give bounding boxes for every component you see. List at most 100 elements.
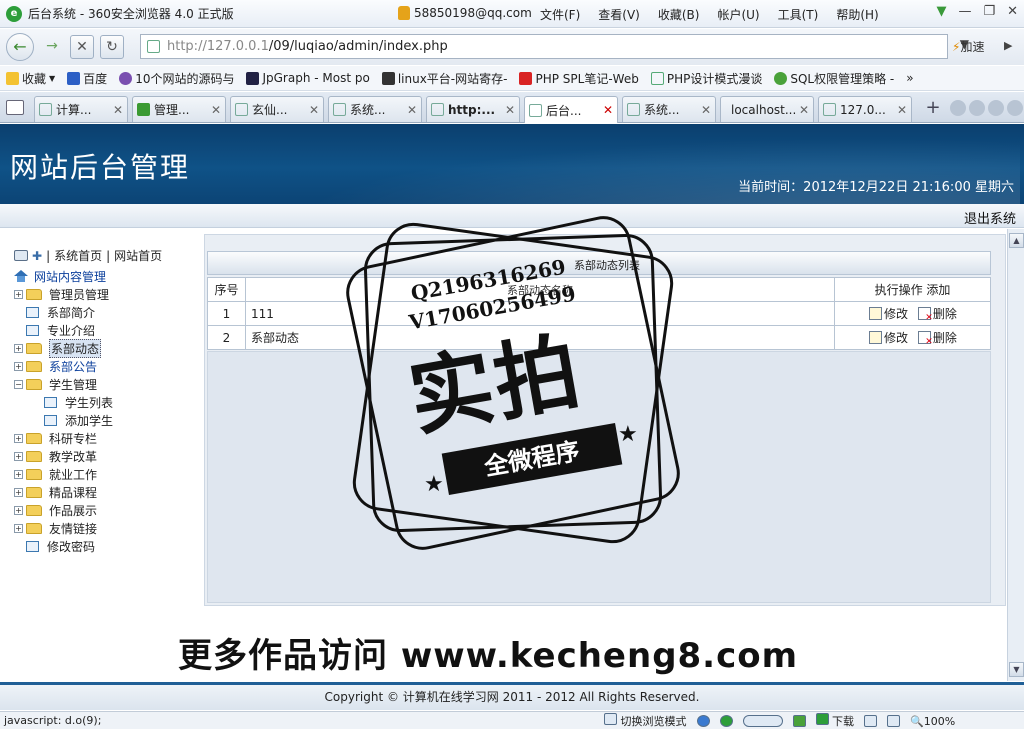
favorites-menu[interactable]: 收藏 ▼ — [6, 70, 55, 87]
restore-icon[interactable]: ❐ — [983, 4, 995, 19]
new-tab-button[interactable]: + — [920, 97, 946, 121]
expand-icon[interactable]: + — [14, 505, 23, 515]
fav-label: PHP设计模式漫谈 — [666, 71, 763, 86]
zoom-button[interactable]: 🔍100% — [910, 715, 955, 728]
tab-close-all-icon[interactable] — [1007, 100, 1023, 116]
tab-close-icon[interactable]: ✕ — [505, 103, 519, 117]
expand-icon[interactable]: + — [14, 451, 23, 461]
tree-item-notice[interactable]: + 系部公告 — [14, 357, 113, 375]
tab-close-icon[interactable]: ✕ — [113, 103, 127, 117]
go-icon[interactable]: ▶ — [1004, 39, 1012, 52]
browser-tab[interactable]: 127.0... ✕ — [818, 96, 912, 122]
refresh-button[interactable]: ↻ — [100, 35, 124, 59]
vertical-scrollbar[interactable]: ▲ ▼ — [1007, 229, 1024, 681]
tree-item-major[interactable]: 专业介绍 — [14, 321, 113, 339]
menu-view[interactable]: 查看(V) — [598, 6, 640, 23]
toggle-icon[interactable] — [742, 715, 783, 727]
tree-item-intro[interactable]: 系部简介 — [14, 303, 113, 321]
tree-item-works[interactable]: + 作品展示 — [14, 501, 113, 519]
table-row: 2 系部动态 修改 删除 — [207, 325, 991, 350]
back-button[interactable]: ← — [6, 33, 34, 61]
shield-icon[interactable] — [719, 715, 733, 727]
menu-account[interactable]: 帐户(U) — [717, 6, 759, 23]
expand-icon[interactable]: + — [14, 361, 23, 371]
menu-help[interactable]: 帮助(H) — [836, 6, 878, 23]
tree-root[interactable]: 网站内容管理 — [14, 267, 113, 285]
fav-link[interactable]: JpGraph - Most po — [246, 71, 370, 85]
tree-item-news[interactable]: + 系部动态 — [14, 338, 113, 358]
delete-button[interactable]: 删除 — [917, 329, 957, 347]
fav-link[interactable]: SQL权限管理策略 - — [774, 70, 894, 87]
tab-close-icon[interactable]: ✕ — [309, 103, 323, 117]
menu-file[interactable]: 文件(F) — [540, 6, 580, 23]
tree-item-links[interactable]: + 友情链接 — [14, 519, 113, 537]
tree-item-password[interactable]: 修改密码 — [14, 537, 113, 555]
tree-item-student-list[interactable]: 学生列表 — [14, 393, 113, 411]
tree-item-add-student[interactable]: 添加学生 — [14, 411, 113, 429]
browser-tab[interactable]: 系统... ✕ — [328, 96, 422, 122]
volume-icon[interactable] — [887, 715, 900, 727]
fav-baidu[interactable]: 百度 — [67, 70, 107, 87]
browser-tab[interactable]: 计算... ✕ — [34, 96, 128, 122]
close-icon[interactable]: ✕ — [1007, 4, 1018, 19]
tab-list-icon[interactable] — [6, 100, 24, 115]
tab-close-icon[interactable]: ✕ — [407, 103, 421, 117]
site-home-link[interactable]: 网站首页 — [114, 247, 162, 264]
tab-scroll-left-icon[interactable] — [950, 100, 966, 116]
fav-link[interactable]: PHP设计模式漫谈 — [650, 70, 763, 87]
fav-link[interactable]: PHP SPL笔记-Web — [519, 70, 639, 87]
browser-tab[interactable]: 管理... ✕ — [132, 96, 226, 122]
tab-scroll-right-icon[interactable] — [969, 100, 985, 116]
add-link[interactable]: 添加 — [926, 283, 950, 297]
scroll-up-icon[interactable]: ▲ — [1009, 233, 1024, 248]
expand-icon[interactable]: + — [14, 487, 23, 497]
expand-icon[interactable]: + — [14, 289, 23, 299]
tree-item-admin[interactable]: + 管理员管理 — [14, 285, 113, 303]
menu-tools[interactable]: 工具(T) — [778, 6, 819, 23]
download-button[interactable]: 下载 — [815, 713, 854, 729]
edit-button[interactable]: 修改 — [869, 329, 908, 346]
transfer-icon[interactable] — [792, 715, 806, 727]
skin-icon[interactable]: ▼ — [936, 4, 946, 19]
ie-icon[interactable] — [696, 715, 710, 727]
expand-icon[interactable]: + — [14, 433, 23, 443]
row-name: 系部动态 — [245, 325, 835, 350]
tree-item-employment[interactable]: + 就业工作 — [14, 465, 113, 483]
delete-button[interactable]: 删除 — [917, 305, 957, 323]
account-menu[interactable]: 58850198@qq.com — [398, 6, 532, 20]
minimize-icon[interactable]: — — [958, 4, 971, 19]
tree-item-research[interactable]: + 科研专栏 — [14, 429, 113, 447]
tab-close-icon[interactable]: ✕ — [603, 103, 617, 117]
browser-tab[interactable]: 玄仙... ✕ — [230, 96, 324, 122]
expand-icon[interactable]: + — [14, 523, 23, 533]
forward-button[interactable]: → — [40, 35, 64, 59]
fav-link[interactable]: 10个网站的源码与 — [119, 70, 234, 87]
sound-icon[interactable] — [864, 715, 877, 727]
favorites-more-icon[interactable]: » — [906, 71, 913, 85]
accelerate-button[interactable]: ⚡加速 — [952, 38, 984, 55]
tree-item-courses[interactable]: + 精品课程 — [14, 483, 113, 501]
menu-favorites[interactable]: 收藏(B) — [658, 6, 700, 23]
collapse-icon[interactable]: − — [14, 379, 23, 389]
address-bar[interactable]: http://127.0.0.1/09/luqiao/admin/index.p… — [140, 34, 969, 59]
edit-button[interactable]: 修改 — [869, 305, 908, 322]
tab-menu-icon[interactable] — [988, 100, 1004, 116]
expand-icon[interactable]: + — [14, 343, 23, 353]
tab-close-icon[interactable]: ✕ — [211, 103, 225, 117]
system-home-link[interactable]: 系统首页 — [54, 247, 102, 264]
tab-close-icon[interactable]: ✕ — [701, 103, 715, 117]
browser-tab[interactable]: 系统... ✕ — [622, 96, 716, 122]
tab-close-icon[interactable]: ✕ — [897, 103, 911, 117]
stop-button[interactable]: ✕ — [70, 35, 94, 59]
browser-tab[interactable]: localhost... ✕ — [720, 96, 814, 122]
scroll-down-icon[interactable]: ▼ — [1009, 662, 1024, 677]
browser-tab-active[interactable]: 后台... ✕ — [524, 96, 618, 123]
logout-link[interactable]: 退出系统 — [964, 208, 1016, 227]
expand-icon[interactable]: + — [14, 469, 23, 479]
browser-tab[interactable]: http:... ✕ — [426, 96, 520, 122]
fav-link[interactable]: linux平台-网站寄存- — [381, 70, 507, 87]
switch-mode-button[interactable]: 切换浏览模式 — [604, 713, 687, 729]
tree-item-teaching[interactable]: + 教学改革 — [14, 447, 113, 465]
tree-item-students[interactable]: − 学生管理 — [14, 375, 113, 393]
tab-close-icon[interactable]: ✕ — [799, 103, 813, 117]
